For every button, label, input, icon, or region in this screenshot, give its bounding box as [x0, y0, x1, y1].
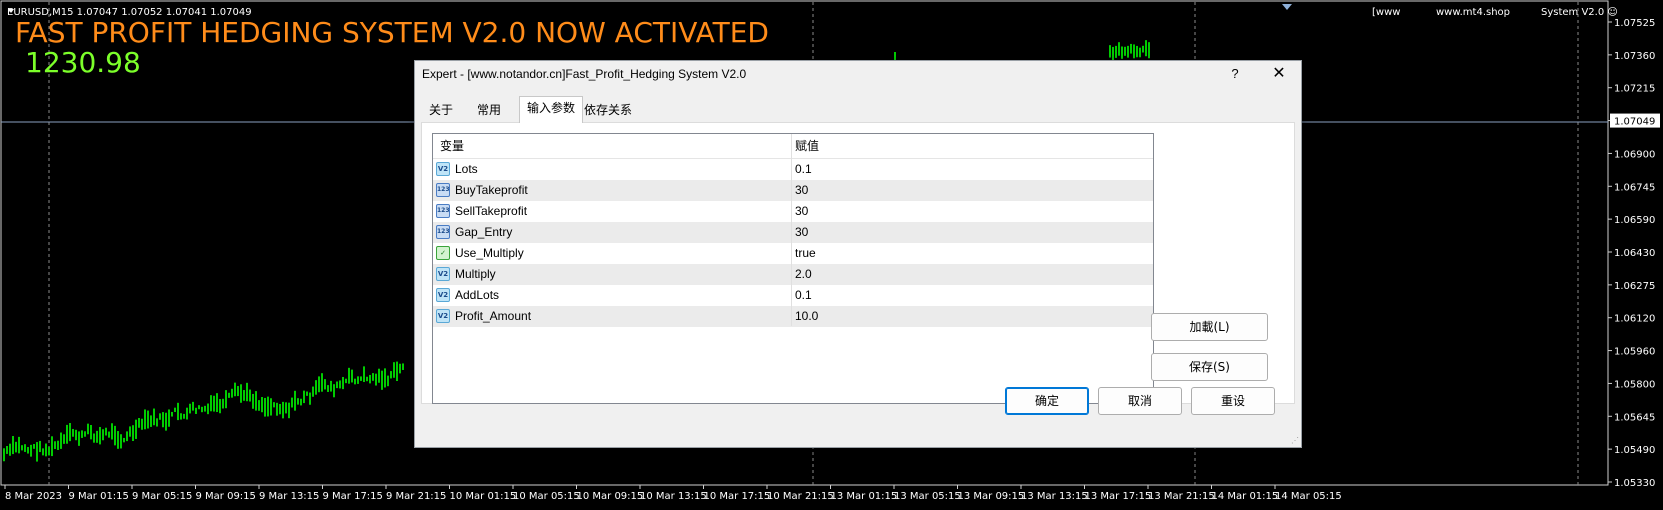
- smiley-icon: ☺: [1607, 7, 1618, 18]
- time-label: 13 Mar 17:15: [1085, 491, 1152, 502]
- double-type-icon: V2: [436, 288, 450, 302]
- ea-name-label: System V2.0 ☺: [1541, 7, 1618, 18]
- dialog-title: Expert - [www.notandor.cn]Fast_Profit_He…: [422, 67, 747, 81]
- ea-headline: FAST PROFIT HEDGING SYSTEM V2.0 NOW ACTI…: [15, 16, 769, 49]
- time-label: 9 Mar 01:15: [69, 491, 129, 502]
- time-label: 14 Mar 01:15: [1212, 491, 1279, 502]
- expert-properties-dialog: Expert - [www.notandor.cn]Fast_Profit_He…: [414, 60, 1302, 448]
- param-row[interactable]: V2 Multiply 2.0: [433, 264, 1153, 285]
- time-label: 13 Mar 13:15: [1021, 491, 1088, 502]
- param-value[interactable]: true: [795, 243, 816, 264]
- tab-inputs[interactable]: 输入参数: [519, 96, 584, 123]
- reset-button[interactable]: 重设: [1191, 387, 1275, 415]
- double-type-icon: V2: [436, 309, 450, 323]
- time-label: 10 Mar 21:15: [767, 491, 834, 502]
- time-label: 13 Mar 21:15: [1148, 491, 1215, 502]
- save-button[interactable]: 保存(S): [1151, 353, 1268, 381]
- close-button[interactable]: ✕: [1267, 64, 1291, 84]
- param-value[interactable]: 10.0: [795, 306, 818, 327]
- price-label: 1.06745: [1614, 182, 1655, 193]
- param-name: Lots: [455, 162, 478, 176]
- period-separator-marker-icon: [1282, 4, 1292, 10]
- time-label: 13 Mar 01:15: [831, 491, 898, 502]
- param-name: Use_Multiply: [455, 246, 524, 260]
- price-label: 1.06900: [1614, 149, 1655, 160]
- price-label: 1.06590: [1614, 215, 1655, 226]
- help-button[interactable]: ?: [1223, 64, 1247, 84]
- param-value[interactable]: 2.0: [795, 264, 812, 285]
- load-button[interactable]: 加載(L): [1151, 313, 1268, 341]
- time-label: 9 Mar 21:15: [386, 491, 446, 502]
- ok-button[interactable]: 确定: [1005, 387, 1089, 415]
- param-row[interactable]: ✓ Use_Multiply true: [433, 243, 1153, 264]
- tab-common[interactable]: 常用: [470, 99, 508, 121]
- param-name: AddLots: [455, 288, 500, 302]
- time-label: 10 Mar 09:15: [577, 491, 644, 502]
- double-type-icon: V2: [436, 162, 450, 176]
- price-label: 1.05800: [1614, 379, 1655, 390]
- price-label: 1.07525: [1614, 18, 1655, 29]
- time-label: 10 Mar 13:15: [640, 491, 707, 502]
- input-parameters-table: 变量 赋值 V2 Lots 0.1 123 BuyTakeprofit 30 123 Sell…: [432, 133, 1154, 404]
- cancel-button[interactable]: 取消: [1098, 387, 1182, 415]
- integer-type-icon: 123: [436, 225, 450, 239]
- site-link: www.mt4.shop: [1436, 7, 1511, 18]
- integer-type-icon: 123: [436, 204, 450, 218]
- double-type-icon: V2: [436, 267, 450, 281]
- time-label: 13 Mar 05:15: [894, 491, 961, 502]
- price-label: 1.07215: [1614, 84, 1655, 95]
- table-header: 变量 赋值: [433, 134, 1153, 159]
- column-header-variable[interactable]: 变量: [440, 134, 464, 158]
- param-row[interactable]: 123 SellTakeprofit 30: [433, 201, 1153, 222]
- time-label: 10 Mar 05:15: [513, 491, 580, 502]
- param-name: Profit_Amount: [455, 309, 532, 323]
- price-label: 1.05330: [1614, 478, 1655, 489]
- www-link: [www: [1372, 7, 1401, 18]
- param-row[interactable]: V2 AddLots 0.1: [433, 285, 1153, 306]
- time-label: 8 Mar 2023: [5, 491, 62, 502]
- integer-type-icon: 123: [436, 183, 450, 197]
- column-divider: [791, 134, 792, 326]
- param-row[interactable]: 123 Gap_Entry 30: [433, 222, 1153, 243]
- time-label: 10 Mar 01:15: [450, 491, 517, 502]
- param-value[interactable]: 0.1: [795, 159, 812, 180]
- tab-about[interactable]: 关于: [422, 99, 460, 121]
- param-row[interactable]: 123 BuyTakeprofit 30: [433, 180, 1153, 201]
- param-name: BuyTakeprofit: [455, 183, 528, 197]
- price-label: 1.06120: [1614, 314, 1655, 325]
- param-row[interactable]: V2 Lots 0.1: [433, 159, 1153, 180]
- param-value[interactable]: 0.1: [795, 285, 812, 306]
- price-label: 1.07360: [1614, 51, 1655, 62]
- param-name: SellTakeprofit: [455, 204, 528, 218]
- price-label: 1.07049: [1614, 117, 1655, 128]
- price-label: 1.06275: [1614, 281, 1655, 292]
- param-value[interactable]: 30: [795, 222, 808, 243]
- price-label: 1.05960: [1614, 347, 1655, 358]
- time-label: 9 Mar 09:15: [196, 491, 256, 502]
- time-label: 9 Mar 17:15: [323, 491, 383, 502]
- time-label: 9 Mar 13:15: [259, 491, 319, 502]
- column-header-value[interactable]: 赋值: [795, 134, 819, 158]
- time-label: 14 Mar 05:15: [1275, 491, 1342, 502]
- price-label: 1.06430: [1614, 248, 1655, 259]
- param-row[interactable]: V2 Profit_Amount 10.0: [433, 306, 1153, 327]
- time-label: 9 Mar 05:15: [132, 491, 192, 502]
- price-label: 1.05490: [1614, 445, 1655, 456]
- time-label: 10 Mar 17:15: [704, 491, 771, 502]
- tab-dependencies[interactable]: 依存关系: [577, 99, 639, 121]
- bool-type-icon: ✓: [436, 246, 450, 260]
- param-name: Gap_Entry: [455, 225, 513, 239]
- param-value[interactable]: 30: [795, 180, 808, 201]
- resize-grip-icon[interactable]: ⋰: [1291, 437, 1299, 445]
- price-label: 1.05645: [1614, 412, 1655, 423]
- param-name: Multiply: [455, 267, 496, 281]
- time-label: 13 Mar 09:15: [958, 491, 1025, 502]
- balance-value: 1230.98: [25, 46, 141, 79]
- param-value[interactable]: 30: [795, 201, 808, 222]
